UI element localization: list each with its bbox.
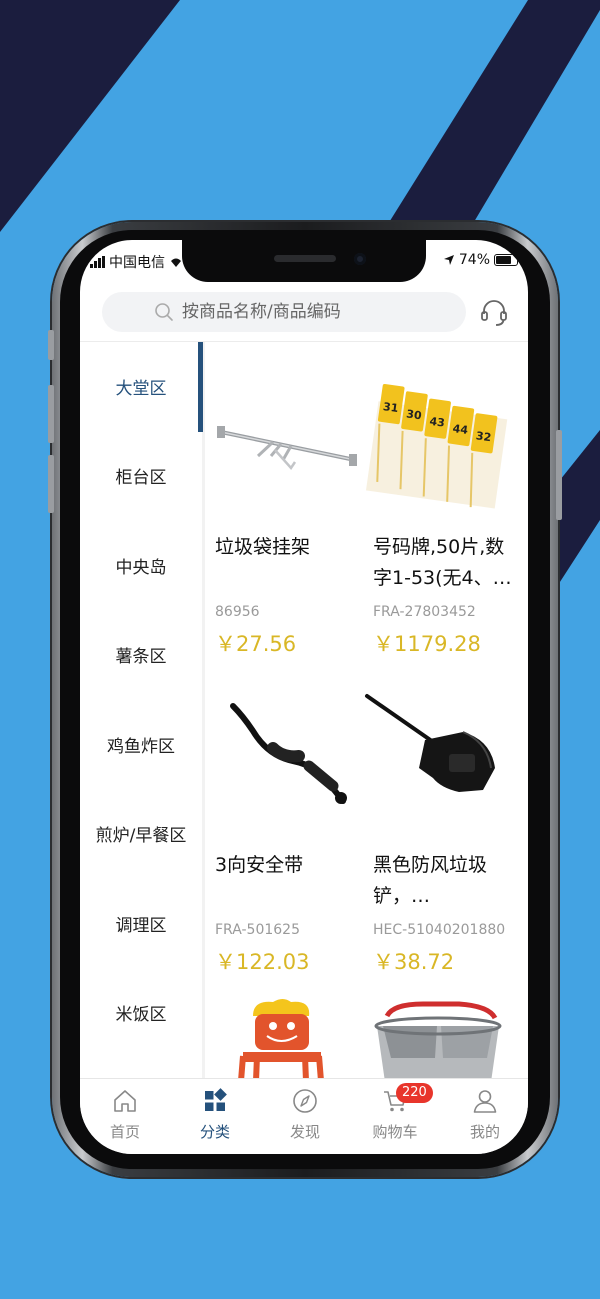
product-price: ￥27.56	[215, 632, 297, 656]
sidebar-item-fries[interactable]: 薯条区	[80, 610, 202, 699]
category-sidebar: 大堂区 柜台区 中央岛 薯条区 鸡鱼炸区 煎炉/早餐区 调理区 米饭区	[80, 342, 202, 1078]
product-name: 黑色防风垃圾铲，…	[373, 854, 488, 907]
user-icon	[473, 1090, 497, 1113]
product-code: HEC-51040201880	[373, 922, 506, 938]
category-icon	[205, 1088, 227, 1111]
sidebar-item-chicken-fish-fry[interactable]: 鸡鱼炸区	[80, 700, 202, 789]
product-card[interactable]	[205, 978, 363, 1078]
product-card[interactable]	[363, 978, 521, 1078]
speaker-grille	[274, 255, 336, 262]
tab-category[interactable]: 分类	[170, 1079, 260, 1154]
search-icon	[155, 303, 173, 321]
bottom-tab-bar: 首页 分类 发现 购物车 220 我的	[80, 1078, 528, 1154]
tab-home[interactable]: 首页	[80, 1079, 170, 1154]
wifi-icon	[171, 258, 181, 267]
signal-icon	[90, 256, 105, 268]
phone-screen: 中国电信 74% 大堂区 柜台区 中央岛 薯条区 鸡鱼炸区 煎炉/早餐区 调理区…	[80, 240, 528, 1154]
tag-number: 44	[452, 422, 469, 437]
sidebar-item-lobby[interactable]: 大堂区	[80, 342, 202, 431]
phone-volume-down	[48, 455, 54, 513]
front-camera	[354, 253, 366, 265]
tag-number: 30	[405, 407, 422, 422]
dustpan-image	[365, 694, 495, 792]
notch	[182, 240, 426, 282]
location-arrow-icon	[443, 255, 454, 265]
sidebar-item-label: 柜台区	[115, 468, 167, 488]
carrier-label: 中国电信	[109, 255, 165, 271]
sidebar-item-prep[interactable]: 调理区	[80, 879, 202, 968]
sidebar-item-counter[interactable]: 柜台区	[80, 431, 202, 520]
sidebar-item-label: 调理区	[115, 916, 167, 936]
tab-profile[interactable]: 我的	[440, 1079, 528, 1154]
sidebar-item-label: 米饭区	[115, 1005, 167, 1025]
compass-icon	[293, 1089, 317, 1113]
headset-icon[interactable]	[478, 296, 510, 328]
number-tags-image: 31 30 43 44 32	[365, 384, 508, 509]
active-category-indicator	[198, 342, 203, 432]
sidebar-item-label: 中央岛	[115, 558, 167, 578]
sidebar-item-label: 大堂区	[115, 379, 167, 399]
tab-label: 首页	[109, 1123, 140, 1141]
product-grid: 垃圾袋挂架 86956 ￥27.56 31 30 43 44 32 号码牌,50…	[205, 342, 528, 1078]
product-name: 3向安全带	[215, 854, 304, 876]
product-code: FRA-27803452	[373, 604, 476, 620]
tag-number: 32	[475, 429, 492, 444]
phone-volume-up	[48, 385, 54, 443]
sidebar-item-label: 鸡鱼炸区	[107, 737, 175, 757]
tag-number: 43	[429, 415, 446, 430]
tab-label: 购物车	[372, 1123, 418, 1141]
tab-discover[interactable]: 发现	[260, 1079, 350, 1154]
product-price: ￥122.03	[215, 950, 310, 974]
tag-number: 31	[382, 400, 399, 415]
sidebar-item-rice[interactable]: 米饭区	[80, 968, 202, 1057]
high-chair-image	[238, 999, 324, 1078]
battery-percent: 74%	[458, 252, 490, 268]
product-code: FRA-501625	[215, 922, 300, 938]
tab-cart[interactable]: 购物车 220	[350, 1079, 440, 1154]
product-card[interactable]: 垃圾袋挂架 86956 ￥27.56	[205, 342, 363, 660]
tab-label: 发现	[289, 1123, 320, 1141]
product-card[interactable]: 3向安全带 FRA-501625 ￥122.03	[205, 660, 363, 978]
status-bar-right: 74%	[443, 252, 521, 268]
safety-belt-image	[230, 703, 347, 804]
product-card[interactable]: 31 30 43 44 32 号码牌,50片,数字1-53(无4、… FRA-2…	[363, 342, 521, 660]
cart-count-badge: 220	[396, 1083, 433, 1103]
status-bar-left: 中国电信	[90, 252, 183, 272]
phone-mute-switch	[48, 330, 54, 360]
sidebar-item-central-island[interactable]: 中央岛	[80, 521, 202, 610]
sidebar-item-label: 薯条区	[115, 647, 167, 667]
trash-bag-rack-image	[217, 426, 357, 471]
sidebar-item-grill-breakfast[interactable]: 煎炉/早餐区	[80, 789, 202, 878]
product-name: 垃圾袋挂架	[215, 536, 311, 558]
product-code: 86956	[215, 604, 260, 620]
product-name: 号码牌,50片,数字1-53(无4、…	[373, 536, 512, 589]
product-price: ￥38.72	[373, 950, 455, 974]
battery-icon	[494, 254, 521, 266]
tab-label: 分类	[199, 1123, 230, 1141]
search-input[interactable]	[182, 302, 442, 322]
phone-power-button	[556, 430, 562, 520]
mop-bucket-image	[374, 1001, 502, 1078]
search-bar[interactable]	[102, 292, 466, 332]
sidebar-item-label: 煎炉/早餐区	[95, 826, 187, 846]
product-price: ￥1179.28	[373, 632, 481, 656]
product-card[interactable]: 黑色防风垃圾铲，… HEC-51040201880 ￥38.72	[363, 660, 521, 978]
tab-label: 我的	[469, 1123, 500, 1141]
home-icon	[114, 1090, 136, 1112]
